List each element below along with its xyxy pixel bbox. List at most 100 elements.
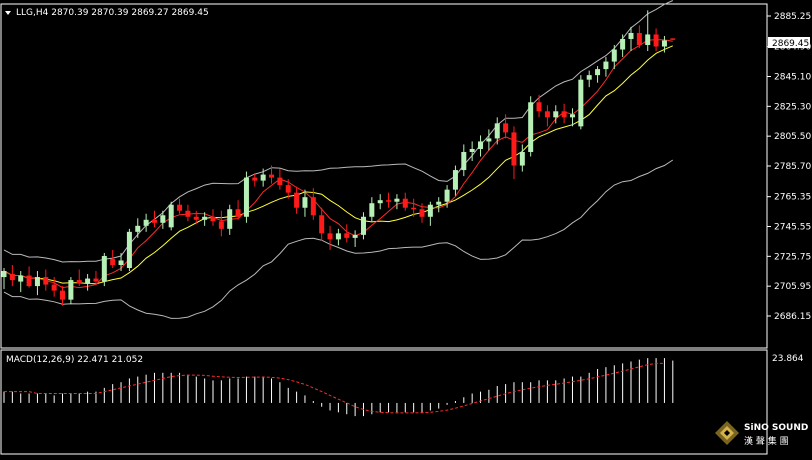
candle-body bbox=[452, 170, 458, 190]
candle-body bbox=[586, 75, 592, 80]
candle-body bbox=[544, 111, 550, 118]
candle-body bbox=[360, 216, 366, 235]
candle-body bbox=[143, 219, 149, 226]
candle-body bbox=[569, 114, 575, 118]
candle-body bbox=[202, 216, 208, 220]
candle-body bbox=[536, 102, 542, 112]
candle-body bbox=[478, 141, 484, 149]
candle-body bbox=[670, 38, 676, 40]
price-tick-label: 2705.95 bbox=[774, 282, 811, 292]
candle-body bbox=[135, 225, 141, 232]
candle-body bbox=[269, 174, 275, 178]
candle-body bbox=[110, 258, 116, 265]
candle-body bbox=[160, 215, 166, 223]
candle-body bbox=[419, 209, 425, 217]
candle-body bbox=[1, 271, 7, 278]
candle-body bbox=[168, 204, 174, 228]
moving-averages bbox=[3, 39, 673, 289]
price-axis: 2885.252864.902845.102825.302805.502785.… bbox=[767, 12, 811, 322]
candle-body bbox=[503, 123, 509, 133]
candle-body bbox=[611, 49, 617, 62]
candle-body bbox=[210, 216, 216, 222]
macd-label: MACD(12,26,9) 22.471 21.052 bbox=[6, 355, 143, 365]
candle-body bbox=[68, 280, 74, 300]
candle-body bbox=[277, 177, 283, 186]
candle-body bbox=[34, 277, 40, 287]
candle-body bbox=[461, 151, 467, 171]
candle-body bbox=[427, 204, 433, 217]
price-tick-label: 2765.35 bbox=[774, 193, 811, 203]
macd-panel-frame bbox=[0, 349, 768, 455]
candle-body bbox=[252, 177, 258, 181]
candle-body bbox=[294, 192, 300, 208]
candle-body bbox=[553, 111, 559, 118]
sinosound-logo: SiNO SOUND 漢 聲 集 團 bbox=[715, 421, 808, 447]
candle-body bbox=[285, 185, 291, 193]
candle-body bbox=[519, 151, 525, 166]
candle-body bbox=[93, 278, 99, 282]
candle-body bbox=[494, 123, 500, 139]
symbol-info: LLG,H4 2870.39 2870.39 2869.27 2869.45 bbox=[16, 8, 209, 18]
candle-body bbox=[344, 233, 350, 238]
candlesticks bbox=[1, 10, 676, 306]
logo-brand-text: SiNO SOUND bbox=[744, 423, 808, 433]
candle-body bbox=[352, 234, 358, 238]
chart-canvas[interactable]: 2885.252864.902845.102825.302805.502785.… bbox=[0, 0, 812, 456]
logo-chinese-text: 漢 聲 集 團 bbox=[744, 435, 789, 447]
price-tick-label: 2885.25 bbox=[774, 12, 811, 22]
candle-body bbox=[51, 284, 57, 291]
candle-body bbox=[578, 79, 584, 127]
current-price-label: 2869.45 bbox=[772, 39, 809, 49]
candle-body bbox=[603, 61, 609, 70]
price-tick-label: 2785.70 bbox=[774, 162, 811, 172]
candle-body bbox=[227, 209, 233, 229]
candle-body bbox=[369, 203, 375, 217]
candle-body bbox=[76, 280, 82, 284]
candle-body bbox=[235, 209, 241, 217]
macd-indicator bbox=[3, 358, 674, 417]
candle-body bbox=[185, 210, 191, 217]
candle-body bbox=[595, 69, 601, 76]
macd-top-tick: 23.864 bbox=[772, 354, 804, 364]
price-tick-label: 2745.55 bbox=[774, 222, 811, 232]
candle-body bbox=[661, 40, 667, 47]
candle-body bbox=[260, 174, 266, 181]
candle-body bbox=[101, 255, 107, 282]
menu-triangle-icon[interactable] bbox=[5, 11, 11, 15]
candle-body bbox=[561, 111, 567, 118]
candle-body bbox=[645, 34, 651, 46]
chart-window: 2885.252864.902845.102825.302805.502785.… bbox=[0, 0, 812, 456]
candle-body bbox=[43, 277, 49, 285]
candle-body bbox=[436, 201, 442, 205]
candle-body bbox=[620, 38, 626, 50]
candle-body bbox=[85, 278, 91, 284]
ma-fast-line bbox=[3, 39, 673, 289]
candle-body bbox=[377, 200, 383, 204]
candle-body bbox=[511, 132, 517, 166]
candle-body bbox=[243, 177, 249, 217]
candle-body bbox=[193, 216, 199, 220]
candle-body bbox=[319, 215, 325, 234]
price-tick-label: 2725.75 bbox=[774, 252, 811, 262]
candle-body bbox=[653, 34, 659, 47]
candle-body bbox=[302, 197, 308, 208]
candle-body bbox=[327, 233, 333, 240]
price-tick-label: 2845.10 bbox=[774, 72, 811, 82]
candle-body bbox=[411, 207, 417, 210]
candle-body bbox=[118, 260, 124, 265]
macd-signal-line bbox=[4, 362, 665, 414]
candle-body bbox=[469, 148, 475, 152]
candle-body bbox=[386, 200, 392, 202]
candle-body bbox=[444, 189, 450, 202]
candle-body bbox=[402, 198, 408, 208]
candle-body bbox=[394, 198, 400, 202]
candle-body bbox=[486, 138, 492, 142]
candle-body bbox=[177, 204, 183, 211]
candle-body bbox=[60, 290, 66, 300]
candle-body bbox=[18, 275, 24, 282]
diamond-logo-icon bbox=[715, 421, 739, 445]
candle-body bbox=[310, 197, 316, 216]
candle-body bbox=[218, 221, 224, 229]
price-tick-label: 2805.50 bbox=[774, 132, 811, 142]
candle-body bbox=[335, 233, 341, 240]
